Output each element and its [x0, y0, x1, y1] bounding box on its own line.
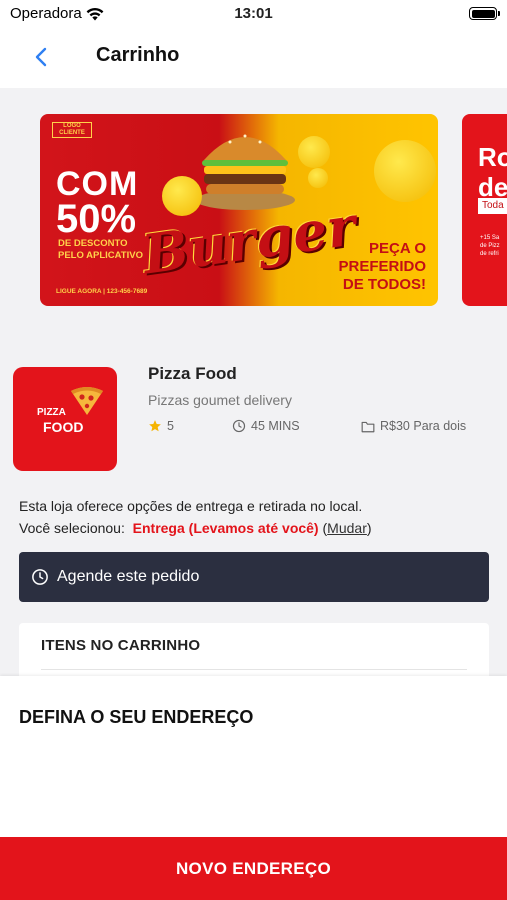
address-sheet-title: DEFINA O SEU ENDEREÇO	[19, 707, 254, 727]
change-link[interactable]: Mudar	[327, 520, 367, 536]
delivery-info: Esta loja oferece opções de entrega e re…	[19, 498, 363, 514]
banner-cta: PEÇA O PREFERIDO DE TODOS!	[338, 240, 426, 294]
store-rating: 5	[148, 419, 174, 433]
banner-promo-line1: COM	[56, 165, 139, 203]
wallet-icon	[361, 421, 375, 432]
new-address-button[interactable]: NOVO ENDEREÇO	[0, 837, 507, 900]
burger-image	[195, 134, 295, 210]
emoji-sticker	[374, 140, 436, 202]
cart-title: ITENS NO CARRINHO	[41, 637, 201, 654]
status-time: 13:01	[234, 5, 273, 22]
delivery-time-value: 45 MINS	[251, 419, 300, 433]
emoji-sticker	[308, 168, 328, 188]
promo-banner-next[interactable]: Ro de Toda +15 Sa de Pizz de refri	[462, 114, 507, 306]
promo-banner[interactable]: LOGO CLIENTE COM 50% DE DESCONTO PELO AP…	[40, 114, 438, 306]
banner-carousel[interactable]: LOGO CLIENTE COM 50% DE DESCONTO PELO AP…	[40, 114, 507, 306]
banner-logo: LOGO CLIENTE	[52, 122, 92, 138]
schedule-order-label: Agende este pedido	[57, 568, 200, 585]
status-bar: Operadora 13:01	[0, 0, 507, 26]
clock-icon	[232, 419, 246, 433]
nav-bar: Carrinho	[0, 26, 507, 88]
battery-icon	[469, 7, 500, 20]
banner-next-small1: +15 Sa	[480, 235, 500, 241]
banner-next-chip: Toda	[478, 198, 507, 214]
cart-card: ITENS NO CARRINHO	[19, 623, 489, 683]
selected-delivery-mode: Entrega (Levamos até você)	[132, 520, 319, 536]
emoji-sticker	[298, 136, 330, 168]
banner-promo-sub2: PELO APLICATIVO	[58, 250, 143, 261]
banner-promo-sub1: DE DESCONTO	[58, 238, 128, 249]
store-logo-line2: FOOD	[43, 419, 84, 435]
store-price: R$30 Para dois	[361, 419, 466, 433]
store-description: Pizzas goumet delivery	[148, 392, 292, 408]
banner-promo-line2: 50%	[56, 197, 137, 241]
banner-next-line1: Ro	[478, 142, 507, 172]
price-value: R$30 Para dois	[380, 419, 467, 433]
banner-next-small: +15 Sa de Pizz de refri	[480, 234, 500, 258]
store-logo: PIZZA FOOD	[13, 367, 117, 471]
page-title: Carrinho	[96, 44, 180, 66]
selected-label: Você selecionou:	[19, 520, 125, 536]
schedule-order-button[interactable]: Agende este pedido	[19, 552, 489, 602]
store-delivery-time: 45 MINS	[232, 419, 300, 433]
pizza-slice-icon	[71, 387, 103, 415]
address-bottom-sheet: DEFINA O SEU ENDEREÇO NOVO ENDEREÇO	[0, 676, 507, 900]
star-icon	[149, 420, 161, 432]
banner-cta-line2: PREFERIDO	[338, 258, 426, 275]
store-logo-line1: PIZZA	[37, 407, 66, 418]
delivery-selection: Você selecionou: Entrega (Levamos até vo…	[19, 520, 372, 536]
change-link-wrapper: (Mudar)	[322, 520, 372, 536]
banner-promo-sub: DE DESCONTO PELO APLICATIVO	[58, 238, 143, 262]
banner-cta-line3: DE TODOS!	[342, 276, 426, 293]
back-button[interactable]	[26, 42, 56, 72]
rating-value: 5	[167, 419, 174, 433]
emoji-sticker	[162, 176, 202, 216]
clock-icon	[32, 569, 48, 585]
banner-next-small3: de refri	[480, 251, 499, 257]
divider	[41, 669, 467, 670]
banner-next-small2: de Pizz	[480, 243, 500, 249]
banner-next-headline: Ro de	[478, 142, 507, 202]
banner-contact: LIGUE AGORA | 123-456-7689	[56, 288, 148, 295]
chevron-left-icon	[35, 47, 47, 67]
banner-cta-line1: PEÇA O	[369, 240, 426, 257]
store-name: Pizza Food	[148, 364, 237, 383]
